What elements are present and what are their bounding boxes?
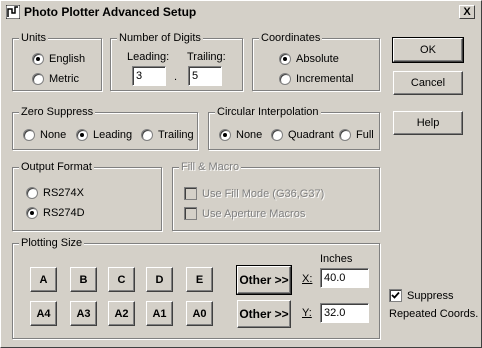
circular-interpolation-group: Circular Interpolation None Quadrant Ful… [208, 105, 380, 150]
help-button[interactable]: Help [393, 111, 463, 135]
output-format-rs274d-radio[interactable]: RS274D [26, 207, 85, 219]
use-fill-mode-label: Use Fill Mode (G36,G37) [202, 187, 325, 200]
close-icon: X [463, 5, 471, 18]
zero-suppress-legend: Zero Suppress [19, 105, 96, 119]
leading-label: Leading: [127, 51, 170, 63]
coordinates-absolute-label: Absolute [296, 53, 339, 65]
other-size-button-1[interactable]: Other >> [236, 265, 292, 295]
size-button-c[interactable]: C [108, 267, 135, 292]
dialog-window: Photo Plotter Advanced Setup X Units Eng… [0, 0, 482, 348]
units-group: Units English Metric [12, 31, 102, 91]
circular-none-label: None [236, 129, 263, 141]
radio-icon [23, 129, 35, 141]
units-metric-label: Metric [49, 73, 79, 85]
radio-icon [26, 187, 38, 199]
size-button-a2[interactable]: A2 [108, 301, 135, 326]
plotting-size-legend: Plotting Size [19, 236, 85, 250]
x-size-field[interactable]: 40.0 [320, 268, 369, 288]
zero-suppress-leading-radio[interactable]: Leading [76, 129, 132, 141]
circular-full-radio[interactable]: Full [339, 129, 374, 141]
check-mark-icon [391, 291, 400, 299]
close-button[interactable]: X [459, 5, 475, 19]
radio-selected-icon [219, 129, 231, 141]
use-aperture-macros-label: Use Aperture Macros [202, 207, 306, 220]
units-english-label: English [49, 53, 86, 65]
output-format-rs274x-radio[interactable]: RS274X [26, 187, 84, 199]
title-bar: Photo Plotter Advanced Setup X [3, 3, 479, 21]
coordinates-group: Coordinates Absolute Incremental [252, 31, 380, 91]
fill-macro-legend: Fill & Macro [179, 160, 242, 174]
trailing-digits-field[interactable]: 5 [188, 66, 222, 86]
app-icon [6, 5, 20, 19]
zero-suppress-group: Zero Suppress None Leading Trailing [12, 105, 198, 150]
size-button-a3[interactable]: A3 [70, 301, 97, 326]
zero-suppress-leading-label: Leading [93, 129, 133, 141]
trailing-label: Trailing: [187, 51, 226, 63]
digits-separator: . [174, 71, 178, 83]
checkbox-icon [184, 207, 197, 220]
zero-suppress-none-radio[interactable]: None [23, 129, 66, 141]
units-english-radio[interactable]: English [32, 53, 85, 65]
suppress-label: Suppress [407, 289, 454, 302]
digits-legend: Number of Digits [117, 31, 203, 45]
circular-full-label: Full [356, 129, 374, 141]
zero-suppress-none-label: None [40, 129, 67, 141]
inches-label: Inches [320, 253, 353, 265]
window-title: Photo Plotter Advanced Setup [24, 5, 197, 19]
suppress-label-line2: Repeated Coords. [389, 308, 479, 320]
plotting-size-group: Plotting Size A B C D E A4 A3 A2 A1 A0 O… [12, 236, 380, 339]
y-label: Y: [302, 307, 312, 319]
other-size-button-2[interactable]: Other >> [237, 300, 291, 328]
output-format-rs274d-label: RS274D [43, 207, 85, 219]
radio-selected-icon [279, 53, 291, 65]
radio-icon [271, 129, 283, 141]
size-button-e[interactable]: E [186, 267, 213, 292]
zero-suppress-trailing-label: Trailing [158, 129, 194, 141]
coordinates-legend: Coordinates [259, 31, 323, 45]
checkbox-icon [184, 187, 197, 200]
radio-icon [279, 73, 291, 85]
y-size-field[interactable]: 32.0 [320, 303, 369, 323]
coordinates-incremental-label: Incremental [296, 73, 354, 85]
units-metric-radio[interactable]: Metric [32, 73, 79, 85]
radio-icon [141, 129, 153, 141]
size-button-a4[interactable]: A4 [30, 301, 57, 326]
output-format-group: Output Format RS274X RS274D [12, 160, 162, 231]
units-legend: Units [19, 31, 49, 45]
size-button-a[interactable]: A [30, 267, 57, 292]
x-label: X: [302, 273, 313, 285]
circular-interpolation-legend: Circular Interpolation [215, 105, 321, 119]
size-button-b[interactable]: B [70, 267, 97, 292]
output-format-rs274x-label: RS274X [43, 187, 84, 199]
ok-button[interactable]: OK [392, 37, 464, 63]
circular-none-radio[interactable]: None [219, 129, 262, 141]
circular-quadrant-label: Quadrant [288, 129, 334, 141]
radio-selected-icon [76, 129, 88, 141]
output-format-legend: Output Format [19, 160, 94, 174]
size-button-a0[interactable]: A0 [186, 301, 213, 326]
coordinates-incremental-radio[interactable]: Incremental [279, 73, 353, 85]
use-fill-mode-checkbox[interactable]: Use Fill Mode (G36,G37) [184, 187, 324, 200]
size-button-d[interactable]: D [146, 267, 173, 292]
zero-suppress-trailing-radio[interactable]: Trailing [141, 129, 194, 141]
digits-group: Number of Digits Leading: Trailing: 3 . … [110, 31, 243, 91]
suppress-repeated-checkbox[interactable]: Suppress [389, 289, 453, 302]
checkbox-checked-icon [389, 289, 402, 302]
radio-selected-icon [26, 207, 38, 219]
coordinates-absolute-radio[interactable]: Absolute [279, 53, 339, 65]
size-button-a1[interactable]: A1 [146, 301, 173, 326]
circular-quadrant-radio[interactable]: Quadrant [271, 129, 334, 141]
radio-selected-icon [32, 53, 44, 65]
radio-icon [339, 129, 351, 141]
use-aperture-macros-checkbox[interactable]: Use Aperture Macros [184, 207, 305, 220]
fill-macro-group: Fill & Macro Use Fill Mode (G36,G37) Use… [172, 160, 380, 231]
radio-icon [32, 73, 44, 85]
leading-digits-field[interactable]: 3 [132, 66, 166, 86]
cancel-button[interactable]: Cancel [393, 71, 463, 95]
